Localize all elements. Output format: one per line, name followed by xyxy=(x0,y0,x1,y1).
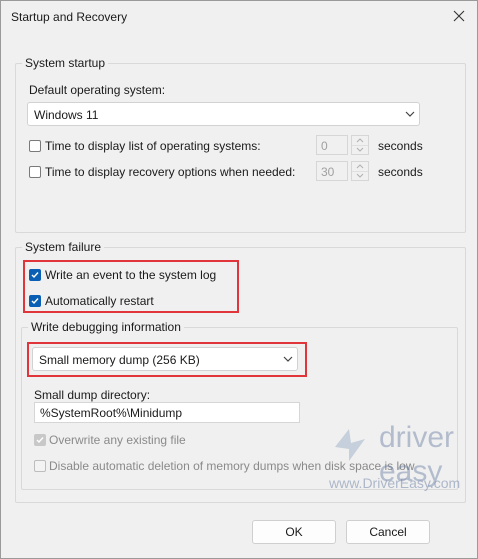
watermark-url: www.DriverEasy.com xyxy=(329,475,461,491)
time-recovery-spinner[interactable] xyxy=(351,161,369,181)
time-list-value: 0 xyxy=(321,139,328,153)
chevron-down-icon xyxy=(356,173,364,178)
check-icon xyxy=(31,298,39,305)
time-list-checkbox[interactable] xyxy=(29,140,41,152)
disable-auto-delete-checkbox[interactable] xyxy=(34,460,46,472)
spin-down-button[interactable] xyxy=(352,171,368,180)
close-icon xyxy=(453,10,465,22)
dump-type-select[interactable]: Small memory dump (256 KB) xyxy=(32,347,298,371)
time-list-input[interactable]: 0 xyxy=(316,135,348,155)
dump-dir-label: Small dump directory: xyxy=(34,388,151,402)
time-recovery-value: 30 xyxy=(321,165,335,179)
time-recovery-checkbox[interactable] xyxy=(29,166,41,178)
chevron-up-icon xyxy=(356,164,364,169)
auto-restart-checkbox[interactable] xyxy=(29,295,41,307)
time-list-spinner[interactable] xyxy=(351,135,369,155)
time-list-label: Time to display list of operating system… xyxy=(45,139,261,153)
check-icon xyxy=(31,272,39,279)
overwrite-checkbox[interactable] xyxy=(34,434,46,446)
chevron-down-icon xyxy=(356,147,364,152)
title-bar: Startup and Recovery xyxy=(1,1,477,33)
default-os-label: Default operating system: xyxy=(29,83,166,97)
time-list-unit: seconds xyxy=(378,139,423,153)
system-startup-label: System startup xyxy=(22,56,109,70)
driver-easy-logo xyxy=(335,429,365,461)
close-button[interactable] xyxy=(447,5,471,27)
debugging-label: Write debugging information xyxy=(28,320,184,334)
default-os-select[interactable]: Windows 11 xyxy=(27,102,420,126)
time-recovery-unit: seconds xyxy=(378,165,423,179)
write-event-checkbox[interactable] xyxy=(29,269,41,281)
check-icon xyxy=(36,437,44,444)
auto-restart-label: Automatically restart xyxy=(45,294,154,308)
startup-recovery-dialog: Startup and Recovery System startup Defa… xyxy=(0,0,478,559)
chevron-down-icon xyxy=(405,111,415,117)
time-recovery-input[interactable]: 30 xyxy=(316,161,348,181)
chevron-down-icon xyxy=(283,356,293,362)
cancel-button[interactable]: Cancel xyxy=(346,520,430,544)
dump-dir-input[interactable]: %SystemRoot%\Minidump xyxy=(34,402,300,423)
time-recovery-label: Time to display recovery options when ne… xyxy=(45,165,296,179)
default-os-value: Windows 11 xyxy=(34,108,99,122)
spin-down-button[interactable] xyxy=(352,145,368,154)
write-event-label: Write an event to the system log xyxy=(45,268,217,282)
window-title: Startup and Recovery xyxy=(11,10,128,24)
dump-type-value: Small memory dump (256 KB) xyxy=(39,353,200,367)
chevron-up-icon xyxy=(356,138,364,143)
dump-dir-value: %SystemRoot%\Minidump xyxy=(40,406,183,420)
ok-button[interactable]: OK xyxy=(252,520,336,544)
system-failure-label: System failure xyxy=(22,240,105,254)
overwrite-label: Overwrite any existing file xyxy=(49,433,186,447)
